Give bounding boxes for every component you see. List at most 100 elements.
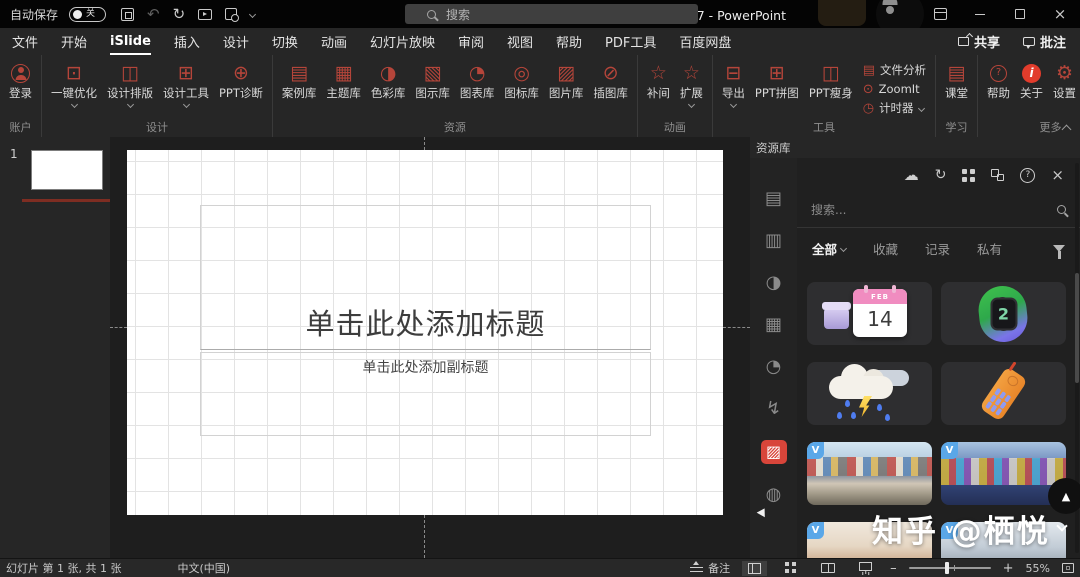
filter-tab-private[interactable]: 私有 <box>977 239 1002 258</box>
case-library-icon[interactable]: ▤ <box>762 188 786 210</box>
search-box[interactable]: 搜索 <box>405 4 698 24</box>
close-panel-icon[interactable]: × <box>1051 168 1064 183</box>
color-library-icon: ◑ <box>380 61 397 85</box>
redo-icon[interactable]: ↻ <box>173 7 186 22</box>
tab-animations[interactable]: 动画 <box>321 28 347 55</box>
refresh-icon[interactable]: ↻ <box>935 168 947 182</box>
org-icon[interactable] <box>991 169 1004 181</box>
zoomit-button[interactable]: ⊙ZoomIt <box>863 82 926 96</box>
slide-thumbnail[interactable] <box>31 150 103 190</box>
ppt-slim-button[interactable]: ◫PPT瘦身 <box>805 58 857 100</box>
maximize-button[interactable] <box>1000 0 1040 28</box>
comment-icon <box>1023 37 1035 46</box>
chart-library-button[interactable]: ◔图表库 <box>456 58 499 100</box>
tab-slideshow[interactable]: 幻灯片放映 <box>370 28 435 55</box>
comments-button[interactable]: 批注 <box>1023 32 1066 51</box>
tab-help[interactable]: 帮助 <box>556 28 582 55</box>
resource-card-calendar[interactable]: FEB 14 <box>807 282 932 345</box>
undo-icon[interactable]: ↶ <box>147 7 160 22</box>
notes-button[interactable]: 备注 <box>690 560 730 576</box>
login-button[interactable]: 登录 <box>5 58 36 100</box>
subtitle-placeholder[interactable]: 单击此处添加副标题 <box>200 352 651 436</box>
tab-view[interactable]: 视图 <box>507 28 533 55</box>
file-analysis-button[interactable]: ▤文件分析 <box>863 62 926 78</box>
minimize-button[interactable] <box>960 0 1000 28</box>
touch-mode-icon[interactable] <box>225 8 237 20</box>
zoomit-icon: ⊙ <box>863 82 874 96</box>
qat-customize-chevron-icon[interactable] <box>249 10 256 17</box>
extend-button[interactable]: ☆扩展 <box>676 58 707 107</box>
color-library-button[interactable]: ◑色彩库 <box>367 58 410 100</box>
tab-review[interactable]: 审阅 <box>458 28 484 55</box>
help-circle-icon[interactable]: ? <box>1020 168 1035 183</box>
illustration-library-icon[interactable]: ◍ <box>762 484 786 506</box>
ppt-puzzle-button[interactable]: ⊞PPT拼图 <box>751 58 803 100</box>
image-library-icon[interactable]: ▨ <box>761 440 787 464</box>
theme-library-icon[interactable]: ▥ <box>762 230 786 252</box>
horizontal-guide <box>723 327 750 328</box>
start-slideshow-icon[interactable] <box>198 9 212 20</box>
zoom-level[interactable]: 55% <box>1026 562 1050 575</box>
resource-card-smartwatch[interactable]: 2 <box>941 282 1066 345</box>
design-layout-button[interactable]: ◫ 设计排版 <box>103 58 157 107</box>
ppt-diagnose-button[interactable]: ⊕ PPT诊断 <box>215 58 267 100</box>
tab-transitions[interactable]: 切换 <box>272 28 298 55</box>
tab-baidu-netdisk[interactable]: 百度网盘 <box>679 28 731 55</box>
reading-view-button[interactable] <box>815 561 841 575</box>
extend-icon: ☆ <box>683 61 700 85</box>
help-button[interactable]: ?帮助 <box>983 58 1014 100</box>
design-tools-icon: ⊞ <box>178 61 194 85</box>
illustration-library-button[interactable]: ⊘插图库 <box>589 58 632 100</box>
fit-to-window-icon[interactable] <box>1062 563 1074 573</box>
zoom-slider-thumb[interactable] <box>945 562 949 574</box>
normal-view-button[interactable] <box>742 561 767 576</box>
resource-card-storm-cloud[interactable] <box>807 362 932 425</box>
theme-library-button[interactable]: ▦主题库 <box>322 58 365 100</box>
chart-library-icon[interactable]: ◔ <box>762 356 786 378</box>
classroom-button[interactable]: ▤课堂 <box>941 58 972 100</box>
tab-islide[interactable]: iSlide <box>110 28 151 55</box>
design-tools-button[interactable]: ⊞ 设计工具 <box>159 58 213 107</box>
export-button[interactable]: ⊟导出 <box>718 58 749 107</box>
library-search-input[interactable]: 搜索... <box>797 192 1080 228</box>
settings-button[interactable]: ⚙设置 <box>1049 58 1080 100</box>
filter-tab-all[interactable]: 全部 <box>812 239 846 258</box>
calendar-sticker: FEB 14 <box>807 282 932 345</box>
filter-funnel-icon[interactable] <box>1053 245 1065 252</box>
zoom-in-button[interactable]: + <box>1003 562 1014 575</box>
color-library-icon[interactable]: ◑ <box>762 272 786 294</box>
language-button[interactable]: 中文(中国) <box>177 560 230 576</box>
autosave-toggle[interactable]: 关 <box>69 7 106 22</box>
case-library-button[interactable]: ▤案例库 <box>278 58 321 100</box>
tween-button[interactable]: ☆补间 <box>643 58 674 100</box>
about-button[interactable]: i关于 <box>1016 58 1047 100</box>
filter-tab-history[interactable]: 记录 <box>925 239 950 258</box>
slide-editing-area[interactable]: 单击此处添加标题 单击此处添加副标题 <box>127 150 723 515</box>
icon-library-icon[interactable]: ↯ <box>762 398 786 420</box>
tab-insert[interactable]: 插入 <box>174 28 200 55</box>
cloud-upload-icon[interactable]: ☁ <box>904 168 919 183</box>
diagram-library-button[interactable]: ▧图示库 <box>411 58 454 100</box>
share-button[interactable]: 共享 <box>958 32 1000 51</box>
image-library-button[interactable]: ▨图片库 <box>545 58 588 100</box>
slideshow-button[interactable] <box>853 560 878 576</box>
resource-card-city-day-photo[interactable]: V <box>807 442 932 505</box>
tab-file[interactable]: 文件 <box>12 28 38 55</box>
slide-sorter-button[interactable] <box>779 560 803 576</box>
save-icon[interactable] <box>121 8 134 21</box>
close-button[interactable]: × <box>1040 0 1080 28</box>
icon-library-button[interactable]: ◎图标库 <box>500 58 543 100</box>
timer-button[interactable]: ◷计时器 <box>863 100 926 116</box>
one-click-optimize-button[interactable]: ⊡ 一键优化 <box>47 58 101 107</box>
resource-card-retro-phone[interactable] <box>941 362 1066 425</box>
zoom-out-button[interactable]: – <box>890 562 897 575</box>
zoom-slider[interactable] <box>909 567 991 569</box>
tab-home[interactable]: 开始 <box>61 28 87 55</box>
ribbon-display-options-button[interactable] <box>920 0 960 28</box>
tab-design[interactable]: 设计 <box>223 28 249 55</box>
layout-grid-icon[interactable] <box>962 169 975 182</box>
diagram-library-icon[interactable]: ▦ <box>762 314 786 336</box>
filter-tab-favorites[interactable]: 收藏 <box>873 239 898 258</box>
title-placeholder[interactable]: 单击此处添加标题 <box>200 205 651 350</box>
tab-pdf-tools[interactable]: PDF工具 <box>605 28 656 55</box>
